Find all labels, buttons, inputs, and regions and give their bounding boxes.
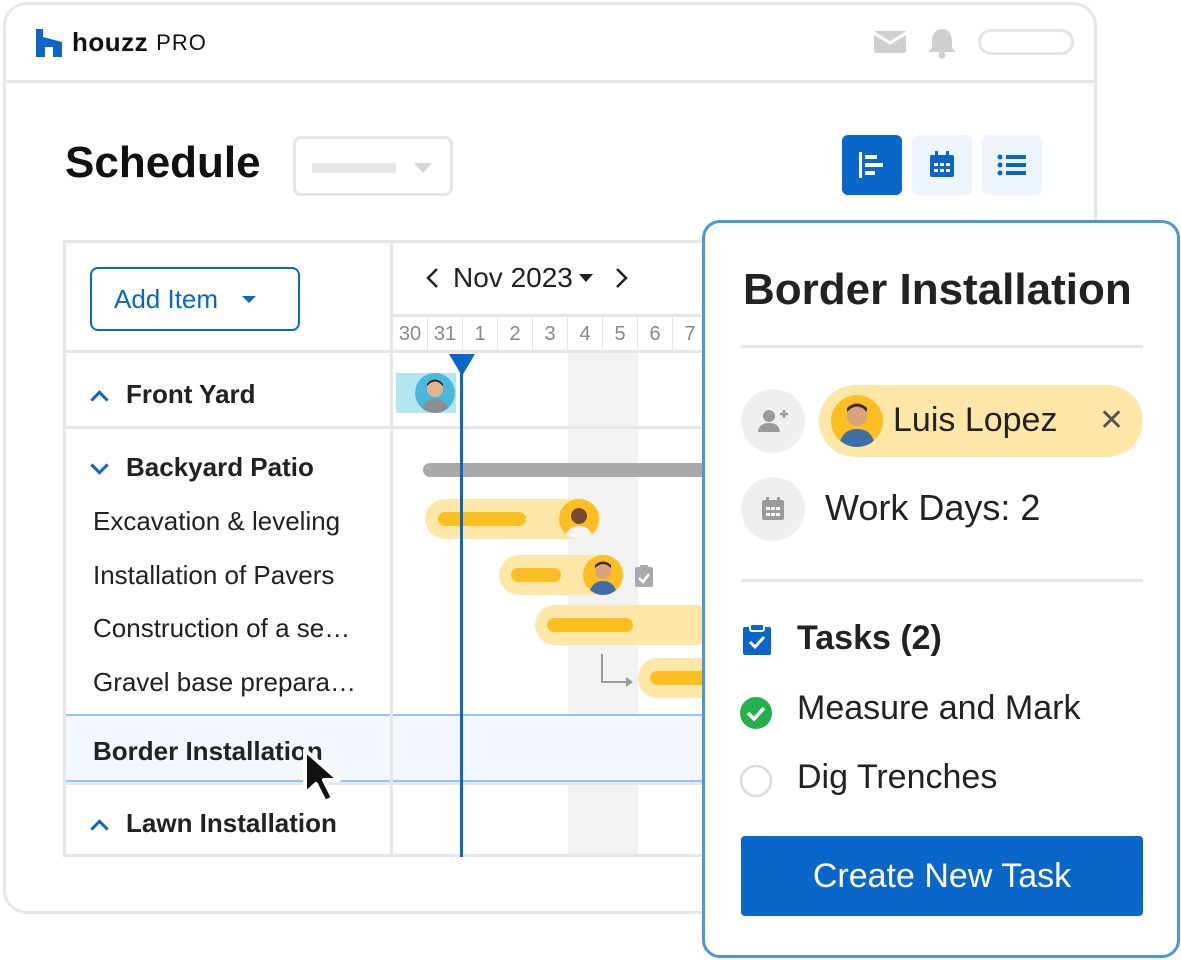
top-bar: houzz PRO <box>6 5 1094 83</box>
avatar <box>583 555 623 595</box>
create-new-task-button[interactable]: Create New Task <box>741 836 1143 916</box>
panel-divider <box>741 345 1143 348</box>
panel-divider <box>741 579 1143 582</box>
houzz-pro-logo[interactable]: houzz PRO <box>36 27 207 58</box>
day-cell: 30 <box>393 317 428 351</box>
task-bar-progress <box>511 568 561 582</box>
chevron-left-icon[interactable] <box>423 266 443 290</box>
mouse-cursor-icon <box>303 748 341 804</box>
group-label: Front Yard <box>126 379 256 409</box>
task-row-excavation[interactable]: Excavation & leveling <box>93 506 340 537</box>
avatar <box>831 395 883 447</box>
calendar-view-button[interactable] <box>912 135 972 195</box>
avatar <box>415 373 455 413</box>
day-cell: 2 <box>498 317 533 351</box>
clipboard-check-icon <box>743 623 771 655</box>
group-label: Lawn Installation <box>126 808 337 838</box>
day-cell: 31 <box>428 317 463 351</box>
task-bar-progress <box>547 618 633 632</box>
task-row-pavers[interactable]: Installation of Pavers <box>93 560 334 591</box>
calendar-view-icon <box>930 151 954 177</box>
add-item-label: Add Item <box>114 283 219 314</box>
list-view-icon <box>997 154 1026 176</box>
today-marker[interactable] <box>449 354 475 376</box>
month-navigator: Nov 2023 <box>423 262 631 294</box>
list-view-button[interactable] <box>982 135 1042 195</box>
chevron-down-icon <box>242 295 257 303</box>
mail-icon[interactable] <box>872 27 908 62</box>
day-cell: 4 <box>568 317 603 351</box>
group-row-lawn-installation[interactable]: Lawn Installation <box>90 808 337 839</box>
tasks-header: Tasks (2) <box>797 619 942 657</box>
task-row-construction[interactable]: Construction of a se… <box>93 613 350 644</box>
page-title: Schedule <box>65 138 261 187</box>
dependency-arrow-icon <box>601 654 633 687</box>
task-item-label[interactable]: Dig Trenches <box>797 758 997 797</box>
day-cell: 6 <box>638 317 673 351</box>
chevron-up-icon[interactable] <box>90 818 109 838</box>
assignee-chip[interactable]: Luis Lopez ✕ <box>819 385 1143 457</box>
task-row-gravel[interactable]: Gravel base prepara… <box>93 667 356 698</box>
add-person-icon <box>758 410 788 432</box>
chevron-down-icon[interactable] <box>90 455 109 475</box>
logo-pro: PRO <box>156 29 207 55</box>
group-label: Backyard Patio <box>126 452 314 482</box>
logo-word: houzz <box>72 27 149 57</box>
chevron-right-icon[interactable] <box>611 266 631 290</box>
day-cell: 5 <box>603 317 638 351</box>
houzz-logo-icon <box>36 28 62 57</box>
close-icon[interactable]: ✕ <box>1099 403 1124 438</box>
work-days-label: Work Days: 2 <box>825 487 1041 528</box>
today-line <box>460 354 463 857</box>
select-placeholder-bar <box>312 163 396 173</box>
group-summary-bar <box>423 463 723 477</box>
month-dropdown-icon[interactable] <box>578 274 593 282</box>
task-detail-panel: Border Installation Luis Lopez ✕ Work Da… <box>702 220 1180 958</box>
assign-user-button[interactable] <box>741 389 805 453</box>
clipboard-check-icon <box>635 565 653 587</box>
panel-title: Border Installation <box>743 265 1132 314</box>
month-label[interactable]: Nov 2023 <box>453 262 573 294</box>
task-item-label[interactable]: Measure and Mark <box>797 689 1080 728</box>
bell-icon[interactable] <box>924 27 960 64</box>
chevron-down-icon <box>414 163 432 173</box>
work-days-icon-circle <box>741 477 805 541</box>
task-row-border-installation[interactable]: Border Installation <box>93 736 323 767</box>
avatar <box>559 499 599 539</box>
chevron-up-icon[interactable] <box>90 389 109 409</box>
task-unchecked-icon[interactable] <box>739 764 773 798</box>
gantt-view-icon <box>859 152 883 178</box>
assignee-name: Luis Lopez <box>893 401 1058 439</box>
account-pill[interactable] <box>978 29 1074 55</box>
task-bar-progress <box>650 671 710 685</box>
task-bar-progress <box>438 512 526 526</box>
day-header: 30 31 1 2 3 4 5 6 7 <box>393 317 708 351</box>
gantt-view-button[interactable] <box>842 135 902 195</box>
day-cell: 3 <box>533 317 568 351</box>
day-cell: 1 <box>463 317 498 351</box>
group-row-backyard-patio[interactable]: Backyard Patio <box>90 452 314 483</box>
project-select[interactable] <box>293 136 453 196</box>
calendar-icon <box>762 497 784 520</box>
group-row-front-yard[interactable]: Front Yard <box>90 379 256 410</box>
add-item-button[interactable]: Add Item <box>90 267 300 331</box>
task-checked-icon[interactable] <box>739 696 773 730</box>
